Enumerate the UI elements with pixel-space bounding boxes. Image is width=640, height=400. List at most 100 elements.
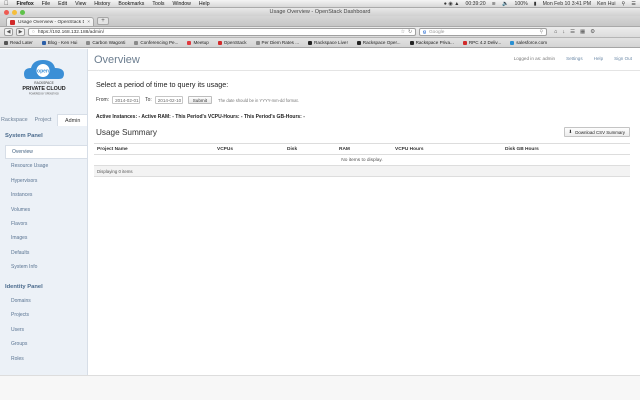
close-window-button[interactable]	[4, 9, 9, 15]
bookmark-favicon-icon	[134, 40, 139, 45]
star-icon[interactable]: ☆	[401, 30, 405, 35]
url-bar[interactable]: ○ https://192.168.132.188/admin/ ☆ ↻	[28, 28, 416, 36]
bookmark-item[interactable]: Rackspace Oper...	[356, 40, 401, 45]
list-icon[interactable]: ☰	[631, 1, 636, 7]
usage-table: Project Name VCPUs Disk RAM VCPU Hours D…	[94, 143, 630, 177]
sidebar-item-flavors[interactable]: Flavors	[5, 217, 87, 231]
help-link[interactable]: Help	[594, 56, 603, 61]
tab-project[interactable]: Project	[29, 114, 58, 126]
bookmark-label: OpenStack	[223, 40, 247, 45]
from-date-input[interactable]: 2014-02-01	[112, 96, 141, 104]
sidebar-item-resource-usage[interactable]: Resource Usage	[5, 159, 87, 173]
bookmark-favicon-icon	[510, 40, 515, 45]
sidebar-item-groups[interactable]: Groups	[5, 337, 87, 351]
back-button[interactable]: ◀	[4, 28, 13, 36]
bookmark-item[interactable]: RPC 4.2 Deliv...	[462, 40, 501, 45]
bookmark-item[interactable]: Carbon Wagonti	[86, 40, 125, 45]
column-disk-gb-hours[interactable]: Disk GB Hours	[502, 143, 630, 155]
bookmark-item[interactable]: salesforce.com	[510, 40, 547, 45]
home-icon[interactable]: ⌂	[554, 29, 557, 35]
menu-window[interactable]: Window	[172, 1, 190, 7]
sign-out-link[interactable]: Sign Out	[614, 56, 632, 61]
downloads-icon[interactable]: ↓	[562, 29, 565, 35]
bookmark-item[interactable]: Per Diem Rates ...	[255, 40, 299, 45]
sidebar-item-system-info[interactable]: System Info	[5, 260, 87, 274]
wifi-icon[interactable]: ≋	[492, 1, 496, 7]
mac-menubar:  Firefox File Edit View History Bookmar…	[0, 0, 640, 8]
sidebar-item-defaults[interactable]: Defaults	[5, 246, 87, 260]
column-vcpus[interactable]: VCPUs	[214, 143, 284, 155]
menu-history[interactable]: History	[94, 1, 110, 7]
identity-panel-heading[interactable]: Identity Panel	[5, 284, 43, 290]
sidebar-item-users[interactable]: Users	[5, 323, 87, 337]
menubar-clock[interactable]: Mon Feb 10 3:41 PM	[543, 1, 591, 7]
tab-admin[interactable]: Admin	[57, 114, 89, 126]
sidebar-item-overview[interactable]: Overview	[5, 145, 87, 159]
menu-bookmarks[interactable]: Bookmarks	[118, 1, 144, 7]
sidebar-item-roles[interactable]: Roles	[5, 352, 87, 366]
column-ram[interactable]: RAM	[336, 143, 392, 155]
sidebar-item-hypervisors[interactable]: Hypervisors	[5, 174, 87, 188]
battery-icon[interactable]: ▮	[534, 1, 537, 7]
download-csv-button[interactable]: ⬇ Download CSV Summary	[563, 127, 630, 137]
bookmark-label: Blog - Ken Hui	[47, 40, 78, 45]
bookmark-item[interactable]: Meetup	[187, 40, 209, 45]
from-label: From:	[96, 97, 110, 103]
tab-rackspace[interactable]: Rackspace	[0, 114, 29, 126]
tools-icon[interactable]: ⚙	[590, 29, 595, 35]
search-magnifier-icon[interactable]: ⚲	[539, 30, 543, 35]
bookmarks-bar: Read Later Blog - Ken Hui Carbon Wagonti Co…	[0, 38, 640, 48]
search-bar[interactable]: g Google ⚲	[419, 28, 547, 36]
bookmark-favicon-icon	[4, 40, 8, 45]
column-disk[interactable]: Disk	[284, 143, 336, 155]
system-panel-heading[interactable]: System Panel	[5, 133, 43, 139]
close-tab-icon[interactable]: ×	[87, 20, 90, 25]
dashboard-tabs: Rackspace Project Admin	[0, 114, 89, 126]
forward-button[interactable]: ▶	[16, 28, 25, 36]
menu-help[interactable]: Help	[199, 1, 210, 7]
search-input[interactable]: Google	[429, 30, 444, 35]
column-project-name[interactable]: Project Name	[94, 143, 214, 155]
reload-icon[interactable]: ↻	[408, 30, 412, 35]
download-icon: ⬇	[568, 129, 573, 134]
bookmark-item[interactable]: Conferencing Pe...	[134, 40, 178, 45]
bookmark-list-icon[interactable]: ☰	[570, 29, 575, 35]
bookmark-label: Carbon Wagonti	[92, 40, 126, 45]
apple-icon[interactable]: 	[4, 1, 9, 7]
sidebar-item-instances[interactable]: Instances	[5, 188, 87, 202]
menu-view[interactable]: View	[75, 1, 86, 7]
empty-table-message: No items to display.	[94, 154, 630, 166]
menubar-user[interactable]: Ken Hui	[597, 1, 615, 7]
submit-button[interactable]: Submit	[187, 96, 213, 104]
addon-icon[interactable]: ▦	[580, 29, 585, 35]
browser-tab[interactable]: Usage Overview - OpenStack D... ×	[6, 17, 94, 26]
to-date-input[interactable]: 2014-02-10	[154, 96, 183, 104]
sidebar-item-images[interactable]: Images	[5, 231, 87, 245]
volume-icon[interactable]: 🔈	[502, 1, 508, 7]
bookmark-label: Rackspace Oper...	[362, 40, 401, 45]
menu-tools[interactable]: Tools	[152, 1, 164, 7]
window-titlebar: Usage Overview - OpenStack Dashboard	[0, 8, 640, 16]
settings-link[interactable]: Settings	[566, 56, 583, 61]
new-tab-button[interactable]: +	[97, 17, 109, 25]
zoom-window-button[interactable]	[20, 9, 25, 15]
bookmark-favicon-icon	[255, 40, 260, 45]
sidebar-item-projects[interactable]: Projects	[5, 308, 87, 322]
battery-readout: 100%	[514, 0, 528, 7]
sidebar-item-domains[interactable]: Domains	[5, 294, 87, 308]
minimize-window-button[interactable]	[12, 9, 17, 15]
menu-file[interactable]: File	[42, 1, 50, 7]
column-vcpu-hours[interactable]: VCPU Hours	[392, 143, 502, 155]
bookmark-item[interactable]: Read Later	[4, 40, 33, 45]
url-text[interactable]: https://192.168.132.188/admin/	[38, 30, 398, 35]
bookmark-favicon-icon	[409, 40, 414, 45]
bookmark-item[interactable]: OpenStack	[217, 40, 247, 45]
bookmark-item[interactable]: Rackspace Priva...	[409, 40, 454, 45]
bookmark-item[interactable]: Blog - Ken Hui	[41, 40, 78, 45]
google-search-icon[interactable]: g	[423, 30, 426, 35]
bookmark-item[interactable]: Rackspace Live!	[308, 40, 348, 45]
menu-app-firefox[interactable]: Firefox	[17, 1, 34, 7]
menu-edit[interactable]: Edit	[58, 1, 67, 7]
sidebar-item-volumes[interactable]: Volumes	[5, 203, 87, 217]
spotlight-icon[interactable]: ⚲	[622, 1, 626, 7]
